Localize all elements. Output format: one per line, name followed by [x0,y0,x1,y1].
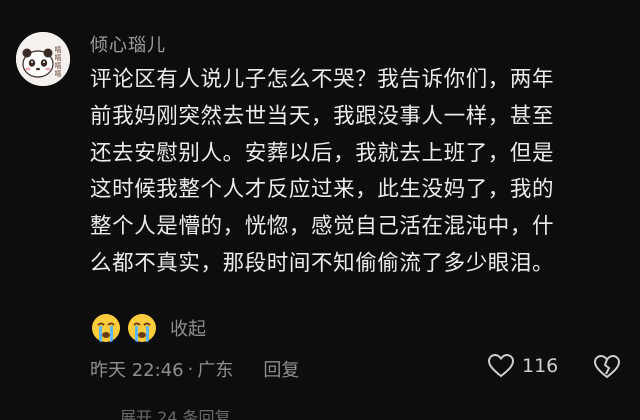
comment-line: 整个人是懵的，恍惚，感觉自己活在混沌中，什 [90,214,555,240]
emoji-collapse-row: 收起 [90,312,206,344]
crying-face-icon [92,314,120,342]
meta-separator: · [187,358,194,380]
comment-line: 还去安慰别人。安葬以后，我就去上班了，但是 [90,140,555,166]
heart-icon [488,354,514,378]
comment-line: 评论区有人说儿子怎么不哭？我告诉你们，两年 [90,67,555,92]
like-count: 116 [522,355,559,377]
crying-face-icon [128,314,156,342]
comment-line: 这时候我整个人才反应过来，此生没妈了，我的 [90,177,555,203]
comment-line: 么都不真实，那段时间不知偷偷流了多少眼泪。 [90,250,555,276]
broken-heart-icon [593,354,621,379]
avatar[interactable]: 嘻嘻嘻嘻 [16,32,70,86]
expand-replies-label: 展开 24 条回复 [120,408,231,420]
reply-button[interactable]: 回复 [263,356,299,382]
comment-line: 前我妈刚突然去世当天，我跟没事人一样，甚至 [90,103,555,129]
expand-replies[interactable]: 展开 24 条回复 [120,408,231,420]
timestamp: 昨天 22:46 [90,360,184,381]
avatar-text: 嘻嘻嘻嘻 [54,46,62,78]
comment-meta: 昨天 22:46 · 广东 回复 [90,356,299,382]
like-button[interactable]: 116 [488,354,558,378]
dislike-button[interactable] [593,354,621,383]
username[interactable]: 倾心瑙儿 [90,31,166,57]
collapse-button[interactable]: 收起 [170,315,206,341]
location: 广东 [197,360,234,381]
comment-text: 评论区有人说儿子怎么不哭？我告诉你们，两年 前我妈刚突然去世当天，我跟没事人一样… [90,62,622,283]
